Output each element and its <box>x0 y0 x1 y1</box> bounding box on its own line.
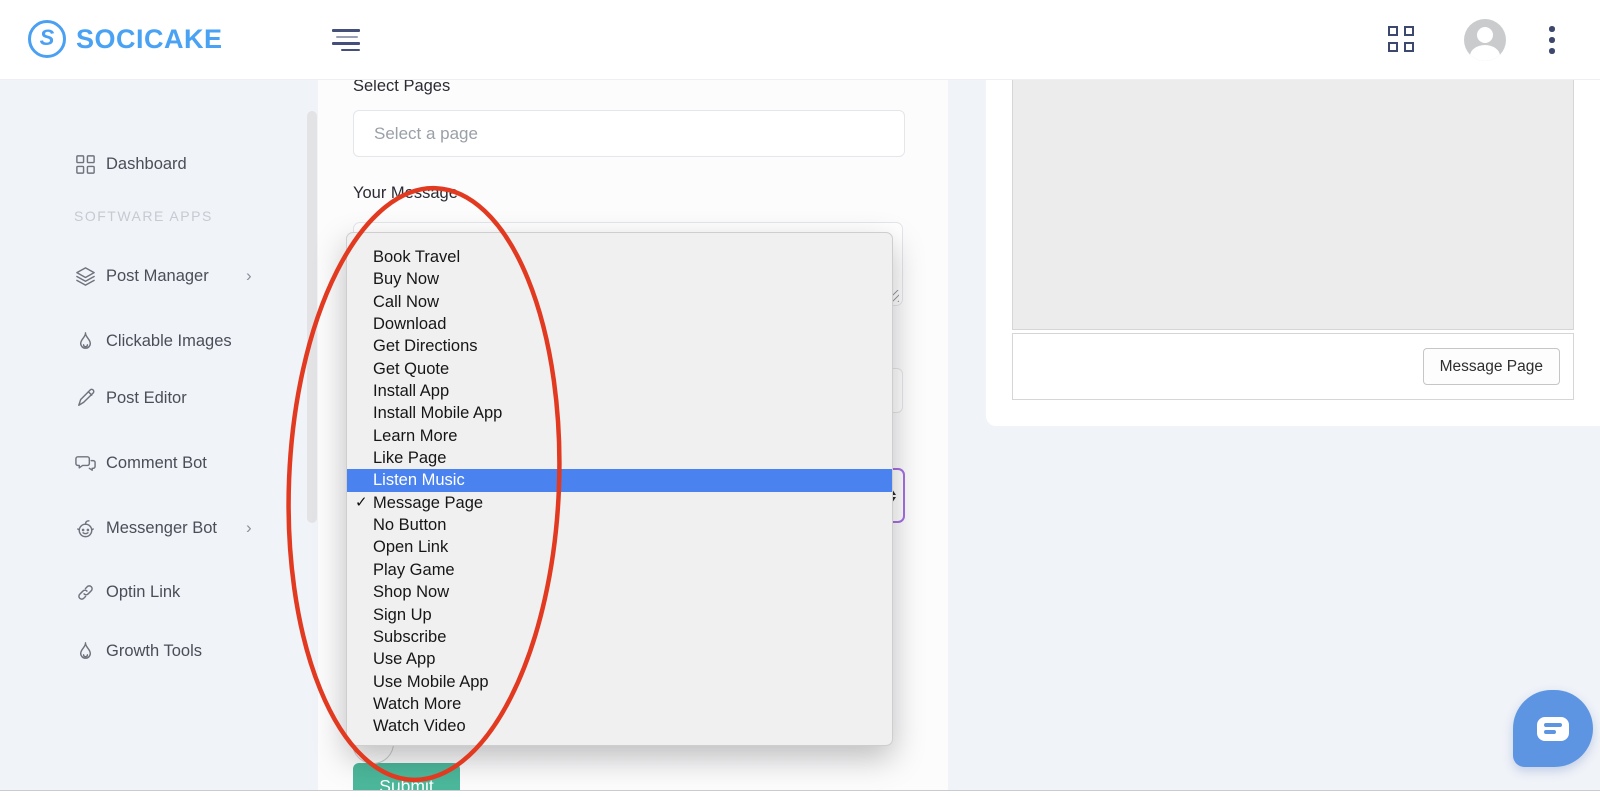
sidebar-item-label: Post Manager <box>106 266 209 285</box>
avatar-body <box>1470 45 1500 61</box>
app-screen: Dashboard SOFTWARE APPS Post Manager › C… <box>0 0 1600 797</box>
chevron-right-icon: › <box>246 266 252 285</box>
sidebar-item-clickable-images[interactable]: Clickable Images <box>0 327 300 355</box>
chat-launcher-button[interactable] <box>1513 690 1593 767</box>
chat-message-icon <box>1537 717 1569 741</box>
dropdown-option-label: Message Page <box>373 493 484 512</box>
sidebar-section-software-apps: SOFTWARE APPS <box>74 208 213 224</box>
dropdown-option-label: Buy Now <box>373 270 440 289</box>
sidebar-item-dashboard[interactable]: Dashboard <box>0 150 300 178</box>
dropdown-options: Book Travel Buy Now Call Now Download Get Di… <box>347 246 892 738</box>
sidebar-item-post-manager[interactable]: Post Manager › <box>0 262 300 290</box>
layers-icon <box>76 266 95 286</box>
window-bottom-strip <box>0 791 1600 797</box>
flame-icon <box>79 331 92 349</box>
dropdown-option[interactable]: Watch Video <box>347 715 892 737</box>
sidebar-item-optin-link[interactable]: Optin Link <box>0 578 300 606</box>
preview-image-placeholder <box>1012 46 1574 330</box>
top-header: S SOCICAKE <box>0 0 1600 80</box>
dropdown-option[interactable]: Learn More <box>347 425 892 447</box>
dropdown-option-label: Book Travel <box>373 248 461 266</box>
dropdown-option-label: Watch More <box>373 694 462 713</box>
dropdown-option[interactable]: Watch More <box>347 693 892 715</box>
more-options-icon[interactable] <box>1549 26 1555 56</box>
dropdown-option[interactable]: Book Travel <box>347 246 892 268</box>
preview-footer-bar: Message Page <box>1012 333 1574 400</box>
dropdown-option-label: Use App <box>373 650 436 669</box>
dropdown-option[interactable]: Use App <box>347 648 892 670</box>
sidebar-item-label: Optin Link <box>106 582 181 601</box>
dropdown-option-label: Play Game <box>373 560 455 579</box>
sidebar-item-messenger-bot[interactable]: Messenger Bot › <box>0 514 300 542</box>
dropdown-option[interactable]: Buy Now <box>347 268 892 290</box>
dropdown-option[interactable]: Install Mobile App <box>347 402 892 424</box>
dropdown-option-label: Install App <box>373 382 450 401</box>
dropdown-option-label: Get Directions <box>373 337 478 356</box>
apps-grid-icon[interactable] <box>1388 26 1414 52</box>
dropdown-option-label: Watch Video <box>373 717 466 736</box>
select-page-placeholder: Select a page <box>374 123 478 143</box>
message-page-button[interactable]: Message Page <box>1422 348 1560 385</box>
dropdown-option-label: Sign Up <box>373 605 432 624</box>
dropdown-option[interactable]: Download <box>347 313 892 335</box>
dropdown-option-label: Call Now <box>373 292 440 311</box>
dropdown-option[interactable]: Use Mobile App <box>347 671 892 693</box>
sidebar-item-label: Comment Bot <box>106 453 207 472</box>
dropdown-option-label: Download <box>373 315 447 334</box>
link-icon <box>78 584 93 600</box>
check-icon: ✓ <box>355 493 368 511</box>
dropdown-option[interactable]: Get Quote <box>347 358 892 380</box>
dropdown-option-label: Get Quote <box>373 359 450 378</box>
flame-icon <box>79 641 92 659</box>
dropdown-option[interactable]: Shop Now <box>347 581 892 603</box>
dropdown-option-label: Shop Now <box>373 583 450 602</box>
select-page-input[interactable]: Select a page <box>353 110 905 157</box>
chat-bubbles-icon <box>75 455 96 471</box>
sidebar-item-growth-tools[interactable]: Growth Tools <box>0 637 300 665</box>
sidebar: Dashboard SOFTWARE APPS Post Manager › C… <box>0 80 318 797</box>
bot-icon <box>77 519 94 537</box>
dropdown-option-label: No Button <box>373 516 447 535</box>
sidebar-item-label: Clickable Images <box>106 331 232 350</box>
dropdown-option-label: Learn More <box>373 426 458 445</box>
dropdown-option[interactable]: Like Page <box>347 447 892 469</box>
dropdown-option[interactable]: Listen Music <box>347 469 892 492</box>
sidebar-item-label: Messenger Bot <box>106 518 217 537</box>
pencil-icon <box>78 388 95 406</box>
dropdown-option[interactable]: ✓ Message Page <box>347 492 892 514</box>
chevron-right-icon: › <box>246 518 252 537</box>
dropdown-option-label: Open Link <box>373 538 449 557</box>
dropdown-option[interactable]: Play Game <box>347 559 892 581</box>
sidebar-item-label: Dashboard <box>106 154 187 173</box>
dropdown-option[interactable]: Sign Up <box>347 604 892 626</box>
menu-toggle-icon[interactable] <box>332 29 360 51</box>
sidebar-item-post-editor[interactable]: Post Editor <box>0 384 300 412</box>
dropdown-option[interactable]: No Button <box>347 514 892 536</box>
dropdown-option[interactable]: Call Now <box>347 291 892 313</box>
dropdown-option-label: Subscribe <box>373 627 447 646</box>
dropdown-option[interactable]: Subscribe <box>347 626 892 648</box>
button-type-dropdown: Book Travel Buy Now Call Now Download Get Di… <box>346 232 893 746</box>
brand-name: SOCICAKE <box>76 23 223 54</box>
dropdown-option-label: Use Mobile App <box>373 672 489 691</box>
dropdown-option-label: Install Mobile App <box>373 404 503 423</box>
sidebar-item-label: Growth Tools <box>106 641 202 660</box>
sidebar-scrollbar[interactable] <box>307 111 317 523</box>
dropdown-option[interactable]: Get Directions <box>347 335 892 357</box>
dropdown-option-label: Like Page <box>373 449 447 468</box>
brand-logo[interactable]: S SOCICAKE <box>28 20 223 58</box>
your-message-label: Your Message <box>353 184 458 202</box>
avatar-head <box>1477 27 1493 43</box>
dropdown-option[interactable]: Open Link <box>347 536 892 558</box>
socicake-logo-icon: S <box>28 20 66 58</box>
dropdown-option[interactable]: Install App <box>347 380 892 402</box>
sidebar-item-label: Post Editor <box>106 388 187 407</box>
dashboard-grid-icon <box>76 154 95 174</box>
dropdown-option-label: Listen Music <box>373 471 465 490</box>
user-avatar[interactable] <box>1464 19 1506 61</box>
sidebar-item-comment-bot[interactable]: Comment Bot <box>0 449 300 477</box>
